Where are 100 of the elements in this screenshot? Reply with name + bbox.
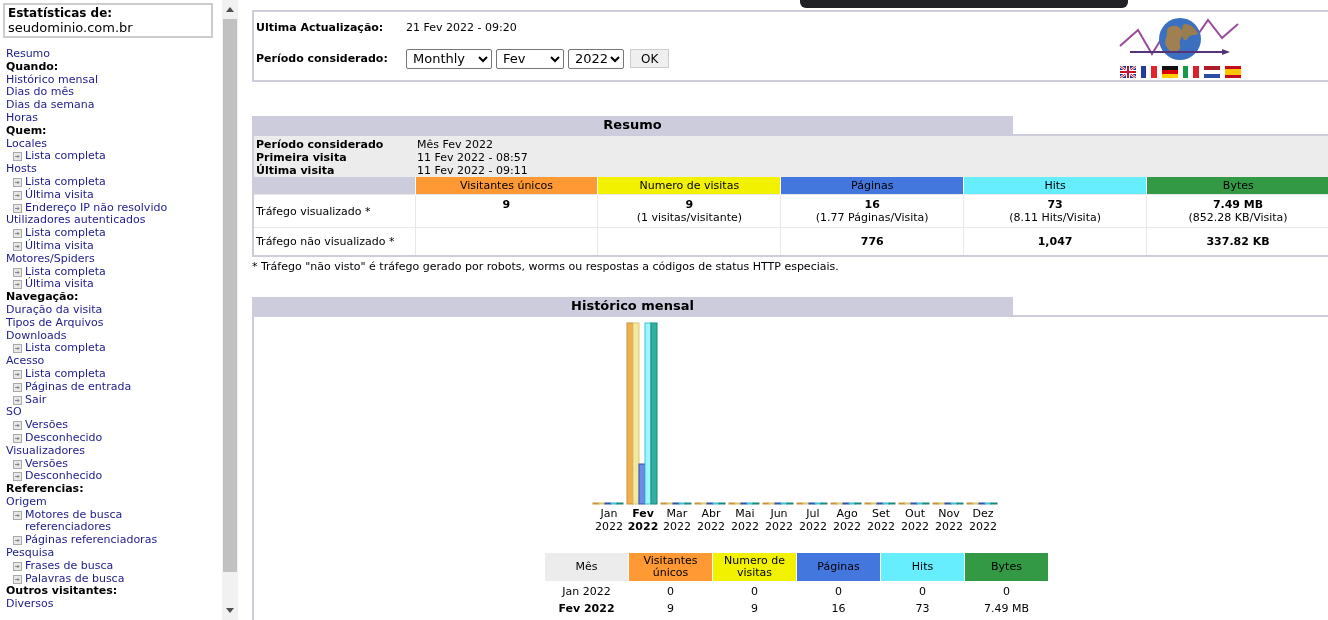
submenu-link[interactable]: Lista completa (25, 367, 106, 381)
page-icon (13, 344, 22, 354)
year-label: 2022 (730, 520, 760, 533)
month-label: Jun (769, 507, 789, 520)
menu-link[interactable]: Duração da visita (6, 303, 103, 317)
menu-link[interactable]: Hosts (6, 163, 37, 176)
page-icon (13, 382, 22, 392)
menu-link[interactable]: Tipos de Arquivos (6, 316, 104, 330)
domain-name: seudominio.com.br (8, 20, 134, 35)
menu-link[interactable]: Horas (6, 112, 38, 125)
submenu-link[interactable]: Frases de busca (25, 559, 114, 573)
stats-title: Estatísticas de: (8, 6, 114, 20)
column-header: Hits (963, 177, 1147, 195)
submenu-link[interactable]: Lista completa (25, 150, 106, 164)
stat-value: 776 (859, 235, 885, 248)
stat-value: 9 (501, 198, 512, 211)
page-icon (13, 190, 22, 200)
table-cell-text: 0 (834, 584, 843, 600)
stat-value: 9 (684, 198, 695, 211)
menu-link[interactable]: Origem (6, 495, 47, 509)
submenu-link[interactable]: Lista completa (25, 342, 106, 356)
page-icon (13, 177, 22, 187)
menu-link[interactable]: Locales (6, 137, 47, 151)
menu-link[interactable]: Motores/Spiders (6, 252, 95, 266)
year-label: 2022 (968, 520, 998, 533)
menu-heading: Quando: (6, 60, 59, 74)
field-label: Ultima Actualização: (256, 21, 385, 34)
submenu-link[interactable]: Versões (25, 457, 68, 471)
period-select[interactable]: 2022 (568, 48, 624, 69)
submenu-link[interactable]: Lista completa (25, 227, 106, 240)
menu-link[interactable]: Dias da semana (6, 99, 95, 112)
submenu-link[interactable]: Lista completa (25, 265, 106, 279)
page-icon (13, 369, 22, 379)
column-header: Numero de visitas (597, 177, 781, 195)
stat-value: 73 (1046, 198, 1064, 211)
flag-icon[interactable] (1203, 66, 1220, 78)
year-label: 2022 (934, 520, 964, 533)
column-header: Páginas (797, 553, 880, 581)
page-icon (13, 152, 22, 162)
period-select[interactable]: Monthly (406, 48, 492, 69)
flag-icon[interactable] (1119, 66, 1136, 78)
menu-heading: Outros visitantes: (6, 585, 118, 599)
submenu-link[interactable]: Desconhecido (25, 431, 103, 445)
month-label: Fev (631, 507, 655, 520)
section-title: Histórico mensal (252, 297, 1013, 315)
menu-link[interactable]: Resumo (6, 48, 51, 61)
submenu-link[interactable]: Endereço IP não resolvido (25, 201, 168, 215)
flag-icon[interactable] (1161, 66, 1178, 78)
menu-link[interactable]: Diversos (6, 598, 54, 612)
table-cell-text: 0 (750, 584, 759, 600)
column-header: Visitantes únicos (415, 177, 598, 195)
flag-icon[interactable] (1140, 66, 1157, 78)
menu-link[interactable]: Histórico mensal (6, 73, 98, 87)
table-cell-text: 0 (666, 584, 675, 600)
year-label: 2022 (626, 520, 660, 533)
submenu-link[interactable]: Versões (25, 419, 68, 432)
table-cell-text: 9 (750, 601, 759, 617)
menu-link[interactable]: Dias do mês (6, 86, 74, 100)
stat-note: (1 visitas/visitante) (635, 211, 744, 224)
submenu-link[interactable]: Páginas de entrada (25, 380, 132, 394)
month-label: Ago (835, 507, 859, 520)
ok-button[interactable]: OK (630, 49, 670, 68)
column-header: Numero de visitas (713, 553, 796, 581)
submenu-link[interactable]: Última visita (25, 239, 94, 253)
menu-link[interactable]: Utilizadores autenticados (6, 214, 146, 228)
stat-value: 7.49 MB (1211, 198, 1265, 211)
menu-link[interactable]: SO (6, 406, 22, 420)
submenu-link[interactable]: Última visita (25, 278, 94, 292)
row-label: Tráfego visualizado * (253, 194, 415, 228)
submenu-link[interactable]: Desconhecido (25, 470, 103, 484)
field-label: Período considerado: (256, 52, 389, 65)
menu-link[interactable]: Visualizadores (6, 444, 85, 458)
table-cell-text: 0 (918, 584, 927, 600)
submenu-link[interactable]: Última visita (25, 188, 94, 202)
row-label: Tráfego não visualizado * (253, 227, 415, 256)
submenu-link[interactable]: Palavras de busca (25, 572, 125, 586)
footnote: * Tráfego "não visto" é tráfego gerado por robots, worms ou respostas a códigos de status HTTP especiais. (252, 260, 840, 273)
table-cell-text: 73 (914, 601, 931, 617)
info-label: Última visita (253, 164, 415, 177)
menu-heading: Referencias: (6, 483, 84, 496)
year-label: 2022 (662, 520, 692, 533)
page-icon (13, 459, 22, 469)
submenu-link[interactable]: Páginas referenciadoras (25, 534, 158, 548)
menu-link[interactable]: Pesquisa (6, 547, 55, 560)
page-icon (13, 421, 22, 431)
page-icon (13, 241, 22, 251)
month-label: Jul (804, 507, 821, 520)
flag-icon[interactable] (1224, 66, 1241, 78)
year-label: 2022 (764, 520, 794, 533)
page-icon (13, 574, 22, 584)
menu-link[interactable]: Acesso (6, 355, 45, 368)
submenu-link[interactable]: Motores de busca referenciadores (25, 508, 196, 535)
column-header: Hits (881, 553, 964, 581)
submenu-link[interactable]: Sair (25, 393, 47, 407)
month-label: Jan (599, 507, 619, 520)
menu-link[interactable]: Downloads (6, 329, 67, 343)
submenu-link[interactable]: Lista completa (25, 175, 106, 189)
period-select[interactable]: Fev (496, 48, 564, 69)
page-icon (13, 536, 22, 546)
column-header: Bytes (965, 553, 1048, 581)
